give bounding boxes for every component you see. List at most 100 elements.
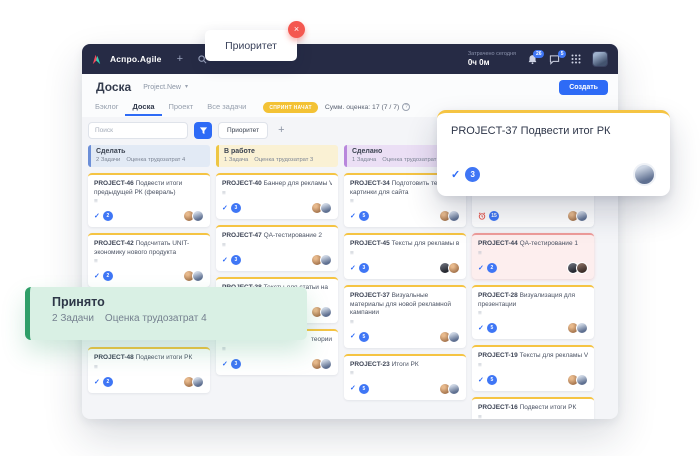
- check-icon: ✓: [222, 257, 228, 264]
- swimlane-subtitle: 2 Задачи Оценка трудозатрат 4: [52, 313, 307, 324]
- task-footer-left: ✓3: [222, 359, 241, 369]
- chevron-down-icon: ▾: [185, 84, 188, 90]
- task-card[interactable]: PROJECT-19 Тексты для рекламы VK≡✓5: [472, 345, 594, 391]
- time-tracker[interactable]: Затрачено сегодня 0ч 0м: [468, 51, 516, 67]
- check-icon: ✓: [478, 325, 484, 332]
- task-title: PROJECT-42 Подсчитать UNIT-экономику нов…: [94, 240, 204, 257]
- column-estimate: Оценка трудозатрат 4: [126, 157, 185, 163]
- close-icon[interactable]: ×: [288, 21, 305, 38]
- estimate-badge: 3: [231, 255, 241, 265]
- task-footer-left: ✓3: [350, 263, 369, 273]
- tab-project[interactable]: Проект: [162, 100, 201, 116]
- task-title: PROJECT-16 Подвести итоги РК: [478, 404, 588, 413]
- user-avatar[interactable]: [592, 51, 608, 67]
- avatar-man: [320, 358, 332, 370]
- task-footer-left: ✓2: [94, 377, 113, 387]
- apps-grid-button[interactable]: [571, 54, 581, 64]
- task-footer: ✓3: [222, 249, 332, 266]
- task-text: Тексты для рекламы в VK: [392, 240, 460, 247]
- description-icon: ≡: [478, 251, 588, 257]
- page-title: Доска: [96, 80, 131, 94]
- task-card[interactable]: PROJECT-47 QA-тестирование 2≡✓3: [216, 225, 338, 271]
- search-input[interactable]: [88, 122, 188, 139]
- task-footer-left: ✓5: [350, 211, 369, 221]
- column-estimate: Оценка трудозатрат 3: [254, 157, 313, 163]
- task-card[interactable]: PROJECT-42 Подсчитать UNIT-экономику нов…: [88, 233, 210, 287]
- column-header: Сделать2 ЗадачиОценка трудозатрат 4: [88, 145, 210, 167]
- create-button[interactable]: Создать: [559, 80, 608, 95]
- messages-button[interactable]: 5: [549, 54, 560, 65]
- description-icon: ≡: [94, 365, 204, 371]
- task-text: QA-тестирование 1: [520, 240, 578, 247]
- estimate-badge: 5: [487, 323, 497, 333]
- avatar-man: [448, 210, 460, 222]
- task-card[interactable]: PROJECT-48 Подвести итоги РК≡✓2: [88, 347, 210, 393]
- avatar-woman: [448, 262, 460, 274]
- task-code: PROJECT-42: [94, 240, 134, 247]
- task-footer: ✓3: [222, 197, 332, 214]
- task-code: PROJECT-19: [478, 352, 518, 359]
- column-estimate: Оценка трудозатрат: [382, 157, 436, 163]
- task-card[interactable]: PROJECT-44 QA-тестирование 1≡✓2: [472, 233, 594, 279]
- task-code: PROJECT-46: [94, 180, 134, 187]
- tab-board[interactable]: Доска: [125, 100, 161, 116]
- app-logo-icon: [90, 53, 103, 66]
- filter-button[interactable]: [194, 122, 212, 139]
- avatar-man: [576, 374, 588, 386]
- estimate-badge: 2: [103, 211, 113, 221]
- add-icon[interactable]: +: [177, 54, 183, 65]
- check-icon: ✓: [350, 333, 356, 340]
- task-footer-left: ✓2: [94, 211, 113, 221]
- alarm-icon: [478, 212, 486, 220]
- board-select[interactable]: Project.New ▾: [143, 84, 188, 91]
- assignee-avatars: [314, 202, 332, 214]
- avatar-man: [576, 322, 588, 334]
- tab-backlog[interactable]: Бэклог: [88, 100, 125, 116]
- task-text: QA-тестирование 2: [264, 232, 322, 239]
- column-title: В работе: [224, 148, 332, 155]
- task-footer: 15: [478, 205, 588, 222]
- grid-icon: [571, 54, 581, 64]
- description-icon: ≡: [478, 415, 588, 420]
- task-card[interactable]: PROJECT-40 Баннер для рекламы VK≡✓3: [216, 173, 338, 219]
- assignee-avatars: [314, 254, 332, 266]
- filter-chip-priority[interactable]: Приоритет: [218, 122, 268, 139]
- column-header: В работе1 ЗадачаОценка трудозатрат 3: [216, 145, 338, 167]
- accepted-swimlane-panel: Принято 2 Задачи Оценка трудозатрат 4: [25, 287, 307, 340]
- tab-all-tasks[interactable]: Все задачи: [200, 100, 253, 116]
- task-card[interactable]: PROJECT-45 Тексты для рекламы в VK≡✓3: [344, 233, 466, 279]
- assignee-avatar: [633, 163, 656, 186]
- avatar-man: [448, 331, 460, 343]
- assignee-avatars: [186, 210, 204, 222]
- tooltip-label: Приоритет: [225, 40, 277, 52]
- task-footer-left: ✓5: [350, 332, 369, 342]
- assignee-avatars: [186, 270, 204, 282]
- task-card[interactable]: PROJECT-37 Визуальные материалы для ново…: [344, 285, 466, 348]
- estimate-badge: 5: [487, 375, 497, 385]
- task-text: Тексты для рекламы VK: [520, 352, 588, 359]
- estimate-badge: 3: [231, 359, 241, 369]
- zoomed-task-card[interactable]: PROJECT-37 Подвести итог РК ✓ 3: [437, 110, 670, 196]
- estimate-badge: 3: [465, 167, 480, 182]
- task-title: PROJECT-40 Баннер для рекламы VK: [222, 180, 332, 189]
- info-icon[interactable]: ?: [402, 103, 410, 111]
- task-footer: ✓2: [94, 265, 204, 282]
- estimate-badge: 5: [359, 211, 369, 221]
- task-title: PROJECT-44 QA-тестирование 1: [478, 240, 588, 249]
- task-card[interactable]: PROJECT-16 Подвести итоги РК ≡: [472, 397, 594, 419]
- task-card[interactable]: PROJECT-46 Подвести итоги предыдущей РК …: [88, 173, 210, 227]
- column-task-count: 2 Задачи: [96, 157, 120, 163]
- notifications-button[interactable]: 26: [527, 54, 538, 65]
- task-card[interactable]: PROJECT-28 Визуализация для презентации≡…: [472, 285, 594, 339]
- task-card[interactable]: PROJECT-23 Итоги РК≡✓5: [344, 354, 466, 400]
- task-footer-left: ✓3: [222, 255, 241, 265]
- column-task-count: 1 Задача: [352, 157, 376, 163]
- check-icon: ✓: [222, 205, 228, 212]
- estimate-badge: 3: [231, 203, 241, 213]
- add-filter-icon[interactable]: +: [278, 125, 284, 136]
- top-bar: Аспро.Agile + Сп Затрачено сегодня 0ч 0м: [82, 44, 618, 74]
- check-icon: ✓: [451, 168, 460, 181]
- check-icon: ✓: [94, 379, 100, 386]
- avatar-dark2: [576, 262, 588, 274]
- assignee-avatars: [442, 262, 460, 274]
